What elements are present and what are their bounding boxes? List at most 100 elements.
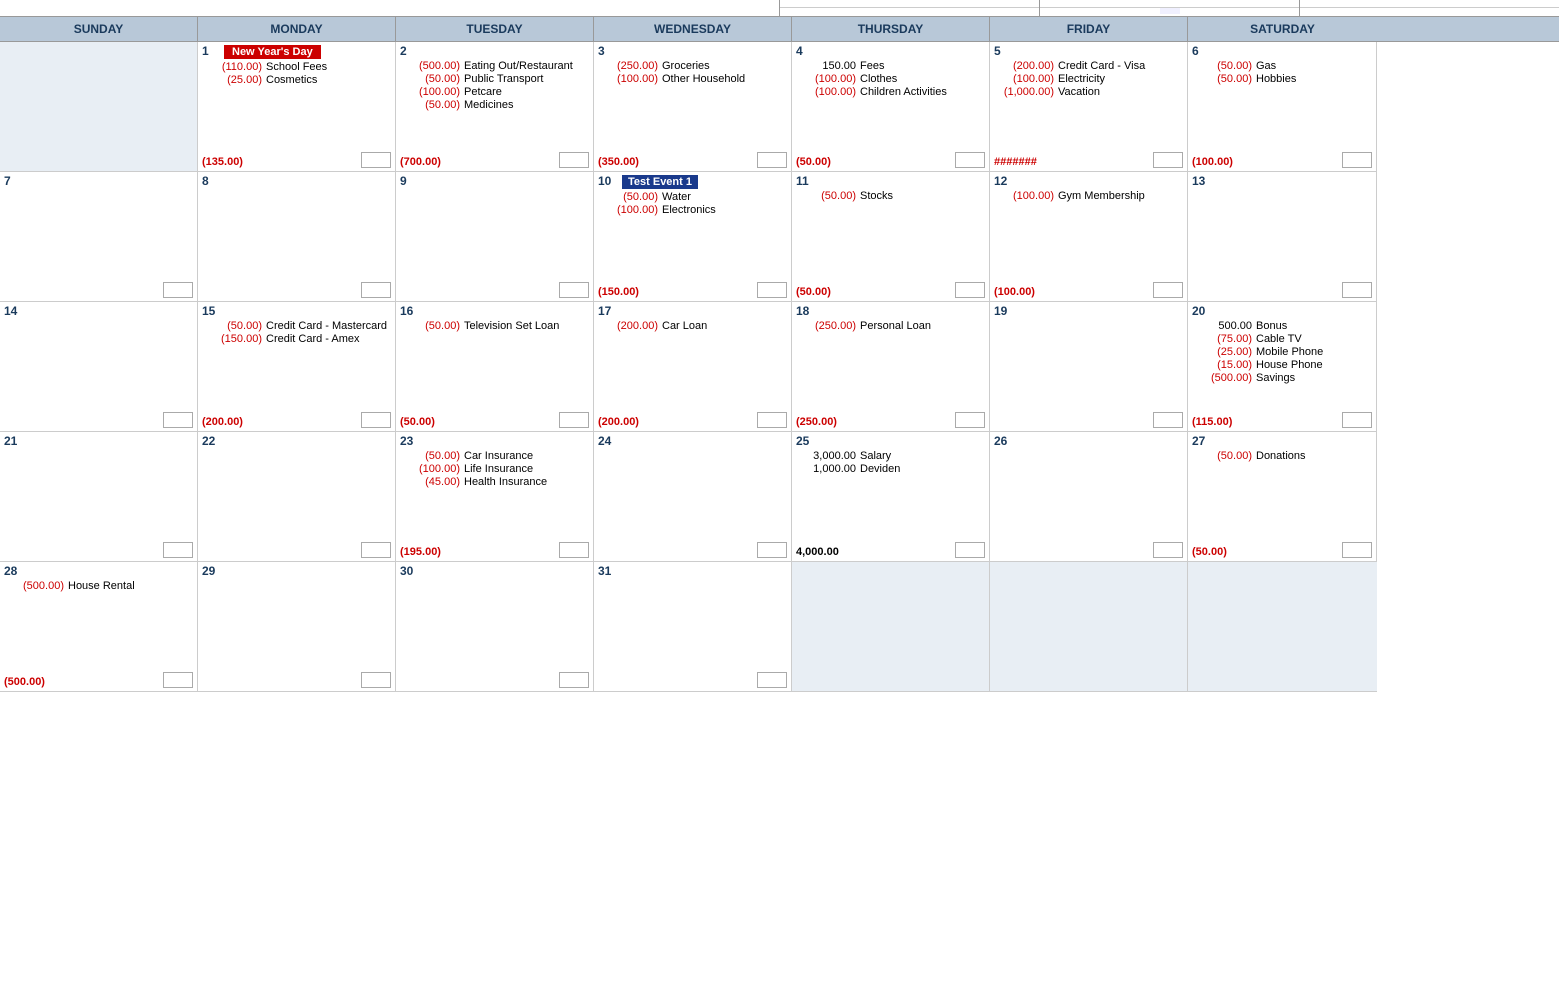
calendar-cell[interactable]: 19 [990, 302, 1188, 432]
cell-input-box[interactable] [1153, 542, 1183, 558]
calendar-cell[interactable] [990, 562, 1188, 692]
calendar-cell[interactable]: 5(200.00)Credit Card - Visa(100.00)Elect… [990, 42, 1188, 172]
cell-input-box[interactable] [361, 542, 391, 558]
entry: (100.00)Electricity [994, 73, 1183, 85]
calendar-cell[interactable]: 3(250.00)Groceries(100.00)Other Househol… [594, 42, 792, 172]
entry-amount: (1,000.00) [994, 86, 1054, 98]
cell-input-box[interactable] [1342, 152, 1372, 168]
entry: (25.00)Cosmetics [202, 74, 391, 86]
cell-input-box[interactable] [955, 282, 985, 298]
calendar-cell[interactable]: 9 [396, 172, 594, 302]
cell-input-box[interactable] [757, 542, 787, 558]
calendar-cell[interactable]: 17(200.00)Car Loan(200.00) [594, 302, 792, 432]
entry-description: Fees [860, 60, 884, 72]
calendar-cell[interactable]: 28(500.00)House Rental(500.00) [0, 562, 198, 692]
cell-total: (200.00) [202, 416, 243, 428]
cell-input-box[interactable] [559, 412, 589, 428]
cell-input-box[interactable] [1153, 152, 1183, 168]
calendar-cell[interactable]: 14 [0, 302, 198, 432]
day-header: SATURDAY [1188, 17, 1377, 41]
entry: (15.00)House Phone [1192, 359, 1372, 371]
cell-input-box[interactable] [361, 672, 391, 688]
cell-input-box[interactable] [163, 412, 193, 428]
date-number: 12 [994, 174, 1014, 188]
cell-input-box[interactable] [1342, 282, 1372, 298]
calendar-cell[interactable]: 12(100.00)Gym Membership(100.00) [990, 172, 1188, 302]
cell-total: (150.00) [598, 286, 639, 298]
calendar-cell[interactable]: 31 [594, 562, 792, 692]
date-number: 10 [598, 174, 618, 188]
cell-input-box[interactable] [559, 282, 589, 298]
cell-input-box[interactable] [163, 282, 193, 298]
cell-input-box[interactable] [757, 412, 787, 428]
date-number: 3 [598, 44, 618, 58]
calendar-cell[interactable]: 22 [198, 432, 396, 562]
cell-input-box[interactable] [757, 152, 787, 168]
cell-total: (200.00) [598, 416, 639, 428]
cell-input-box[interactable] [361, 282, 391, 298]
cell-total: (100.00) [994, 286, 1035, 298]
calendar-cell[interactable]: 1New Year's Day(110.00)School Fees(25.00… [198, 42, 396, 172]
date-number: 21 [4, 434, 24, 448]
calendar-cell[interactable]: 253,000.00Salary1,000.00Deviden4,000.00 [792, 432, 990, 562]
date-number: 22 [202, 434, 222, 448]
income-label [780, 3, 1039, 8]
entry: (500.00)Eating Out/Restaurant [400, 60, 589, 72]
calendar-cell[interactable]: 13 [1188, 172, 1377, 302]
cell-input-box[interactable] [559, 542, 589, 558]
cell-input-box[interactable] [361, 412, 391, 428]
cell-input-box[interactable] [1342, 412, 1372, 428]
calendar-cell[interactable]: 23(50.00)Car Insurance(100.00)Life Insur… [396, 432, 594, 562]
calendar-cell[interactable] [1188, 562, 1377, 692]
entry-amount: (100.00) [796, 73, 856, 85]
calendar-cell[interactable]: 21 [0, 432, 198, 562]
cell-input-box[interactable] [559, 152, 589, 168]
calendar-cell[interactable]: 10Test Event 1(50.00)Water(100.00)Electr… [594, 172, 792, 302]
date-number: 11 [796, 174, 816, 188]
entry-description: Bonus [1256, 320, 1287, 332]
calendar-cell[interactable]: 26 [990, 432, 1188, 562]
cell-input-box[interactable] [757, 282, 787, 298]
cell-input-box[interactable] [955, 152, 985, 168]
date-number: 13 [1192, 174, 1212, 188]
calendar-cell[interactable]: 15(50.00)Credit Card - Mastercard(150.00… [198, 302, 396, 432]
cell-input-box[interactable] [757, 672, 787, 688]
entry: (50.00)Credit Card - Mastercard [202, 320, 391, 332]
cell-input-box[interactable] [955, 412, 985, 428]
calendar-cell[interactable]: 7 [0, 172, 198, 302]
date-number: 2 [400, 44, 420, 58]
entry: (50.00)Television Set Loan [400, 320, 589, 332]
calendar-cell[interactable]: 24 [594, 432, 792, 562]
entry-description: Car Insurance [464, 450, 533, 462]
calendar-cell[interactable]: 2(500.00)Eating Out/Restaurant(50.00)Pub… [396, 42, 594, 172]
cell-input-box[interactable] [361, 152, 391, 168]
cell-input-box[interactable] [1153, 412, 1183, 428]
calendar-cell[interactable]: 30 [396, 562, 594, 692]
calendar-cell[interactable]: 18(250.00)Personal Loan(250.00) [792, 302, 990, 432]
entry-amount: (100.00) [994, 73, 1054, 85]
calendar-cell[interactable]: 4150.00Fees(100.00)Clothes(100.00)Childr… [792, 42, 990, 172]
calendar-cell[interactable]: 27(50.00)Donations(50.00) [1188, 432, 1377, 562]
calendar-cell[interactable]: 20500.00Bonus(75.00)Cable TV(25.00)Mobil… [1188, 302, 1377, 432]
entry-description: House Rental [68, 580, 135, 592]
calendar-cell[interactable] [792, 562, 990, 692]
calendar-cell[interactable]: 6(50.00)Gas(50.00)Hobbies(100.00) [1188, 42, 1377, 172]
cell-input-box[interactable] [559, 672, 589, 688]
cell-input-box[interactable] [163, 542, 193, 558]
cell-input-box[interactable] [955, 542, 985, 558]
calendar-cell[interactable]: 11(50.00)Stocks(50.00) [792, 172, 990, 302]
entry-amount: (500.00) [1192, 372, 1252, 384]
entry-description: Other Household [662, 73, 745, 85]
entry-description: Car Loan [662, 320, 707, 332]
entry: (100.00)Petcare [400, 86, 589, 98]
calendar-cell[interactable]: 8 [198, 172, 396, 302]
cell-input-box[interactable] [1153, 282, 1183, 298]
cell-input-box[interactable] [163, 672, 193, 688]
entry: (200.00)Car Loan [598, 320, 787, 332]
entry: 150.00Fees [796, 60, 985, 72]
expenses-value [1160, 8, 1180, 14]
calendar-cell[interactable] [0, 42, 198, 172]
calendar-cell[interactable]: 29 [198, 562, 396, 692]
calendar-cell[interactable]: 16(50.00)Television Set Loan(50.00) [396, 302, 594, 432]
cell-input-box[interactable] [1342, 542, 1372, 558]
